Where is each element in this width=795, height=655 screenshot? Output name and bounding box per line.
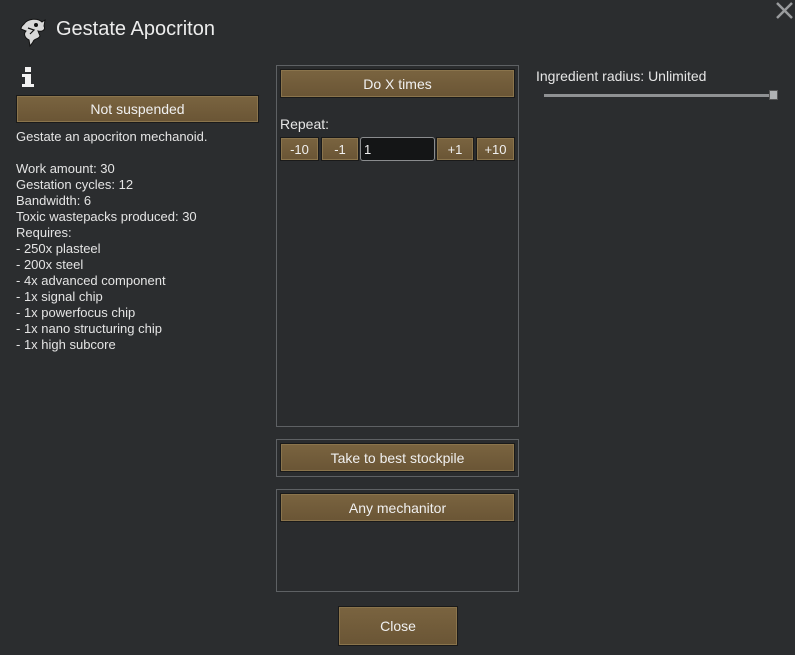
- suspend-toggle-button[interactable]: Not suspended: [16, 95, 259, 123]
- close-button[interactable]: Close: [338, 606, 458, 646]
- decrement-10-button[interactable]: -10: [280, 137, 319, 161]
- repeat-count-input[interactable]: [360, 137, 435, 161]
- description-text: Gestate an apocriton mechanoid.: [16, 129, 208, 144]
- increment-10-button[interactable]: +10: [476, 137, 515, 161]
- repeat-mode-button[interactable]: Do X times: [280, 69, 515, 98]
- stat-work-amount: Work amount: 30: [16, 161, 115, 176]
- mechanoid-apocriton-icon: [20, 18, 46, 48]
- stat-gestation-cycles: Gestation cycles: 12: [16, 177, 134, 192]
- requirement-item: - 200x steel: [16, 257, 84, 272]
- ingredient-radius-slider-handle[interactable]: [768, 90, 778, 100]
- requires-label: Requires:: [16, 225, 72, 240]
- requirement-item: - 4x advanced component: [16, 273, 166, 288]
- close-x-icon[interactable]: [774, 0, 795, 21]
- ingredient-radius-label: Ingredient radius: Unlimited: [536, 68, 707, 84]
- requirement-item: - 1x nano structuring chip: [16, 321, 162, 336]
- stat-toxic-wastepacks: Toxic wastepacks produced: 30: [16, 209, 197, 224]
- requirement-item: - 250x plasteel: [16, 241, 101, 256]
- repeat-label: Repeat:: [280, 116, 330, 132]
- decrement-1-button[interactable]: -1: [321, 137, 359, 161]
- store-mode-button[interactable]: Take to best stockpile: [280, 443, 515, 472]
- bill-config-dialog: Gestate Apocriton Not suspended Gestate …: [0, 0, 795, 655]
- requirement-item: - 1x signal chip: [16, 289, 103, 304]
- stat-bandwidth: Bandwidth: 6: [16, 193, 92, 208]
- dialog-title: Gestate Apocriton: [56, 18, 215, 40]
- requirement-item: - 1x powerfocus chip: [16, 305, 136, 320]
- info-icon[interactable]: [19, 66, 37, 88]
- recipe-description: Gestate an apocriton mechanoid. Work amo…: [16, 129, 266, 353]
- ingredient-radius-slider[interactable]: [544, 94, 776, 97]
- worker-restriction-button[interactable]: Any mechanitor: [280, 493, 515, 522]
- increment-1-button[interactable]: +1: [436, 137, 474, 161]
- requirement-item: - 1x high subcore: [16, 337, 116, 352]
